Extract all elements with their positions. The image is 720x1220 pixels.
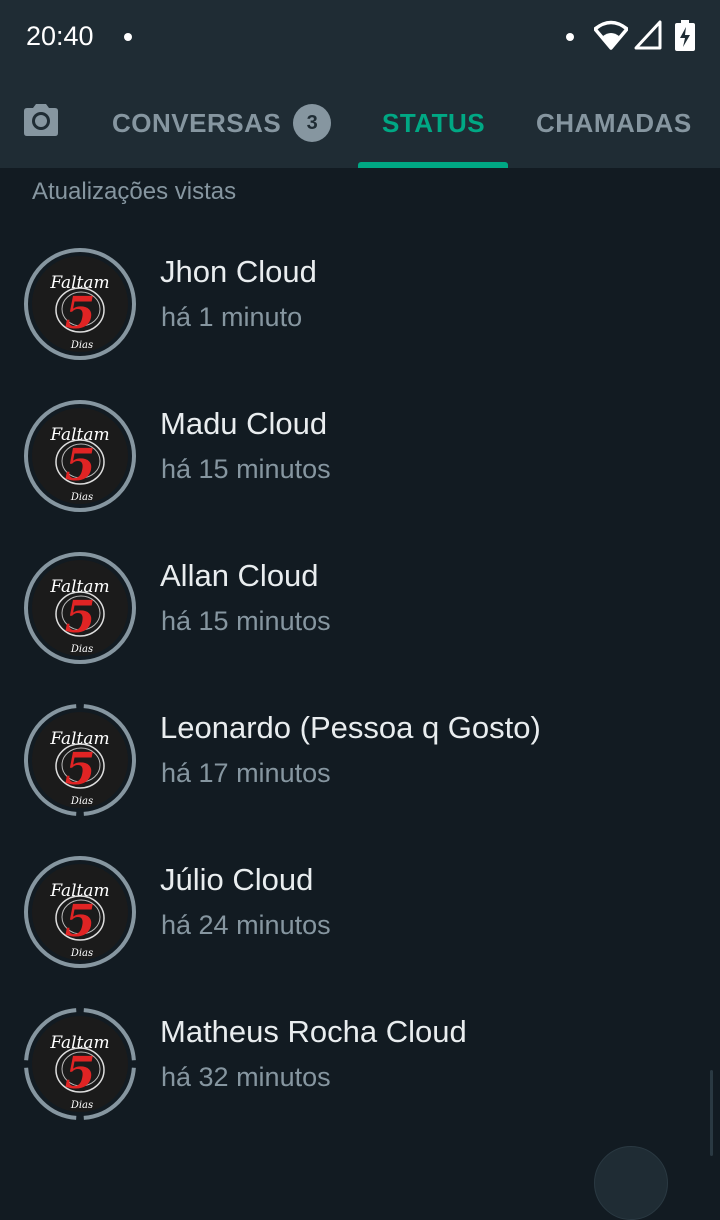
scrollbar[interactable] bbox=[710, 1070, 713, 1156]
camera-icon[interactable] bbox=[20, 100, 62, 142]
notification-dot-icon bbox=[566, 33, 574, 41]
avatar: Faltam5Dias bbox=[24, 704, 136, 816]
status-time: há 24 minutos bbox=[161, 910, 331, 940]
tab-label: CONVERSAS bbox=[112, 107, 282, 138]
tab-label: CHAMADAS bbox=[536, 107, 692, 138]
notification-dot-icon bbox=[124, 33, 132, 41]
avatar-text-bottom: Dias bbox=[70, 644, 93, 655]
contact-name: Júlio Cloud bbox=[160, 862, 314, 897]
avatar-text-bottom: Dias bbox=[70, 796, 93, 807]
avatar-number: 5 bbox=[65, 288, 96, 339]
contact-name: Matheus Rocha Cloud bbox=[160, 1014, 467, 1049]
status-time: há 15 minutos bbox=[161, 454, 331, 484]
wifi-icon bbox=[594, 20, 628, 50]
avatar-number: 5 bbox=[65, 1048, 96, 1099]
section-title: Atualizações vistas bbox=[32, 178, 237, 205]
contact-name: Jhon Cloud bbox=[160, 254, 317, 289]
battery-charging-icon bbox=[675, 20, 695, 51]
avatar-text-bottom: Dias bbox=[70, 948, 93, 959]
status-time: há 32 minutos bbox=[161, 1062, 331, 1092]
avatar: Faltam5Dias bbox=[24, 856, 136, 968]
avatar-text-bottom: Dias bbox=[70, 1100, 93, 1111]
clock: 20:40 bbox=[26, 21, 94, 51]
avatar: Faltam5Dias bbox=[24, 1008, 136, 1120]
status-item[interactable]: Faltam 5 Dias Júlio Cloud há 24 minutos bbox=[0, 844, 720, 984]
avatar-text-bottom: Dias bbox=[70, 492, 93, 503]
avatar: Faltam5Dias bbox=[24, 248, 136, 360]
avatar-text-bottom: Dias bbox=[70, 340, 93, 351]
contact-name: Leonardo (Pessoa q Gosto) bbox=[160, 710, 541, 745]
status-item[interactable]: Faltam 5 Dias Leonardo (Pessoa q Gosto) há 1… bbox=[0, 692, 720, 832]
fab-button[interactable] bbox=[594, 1146, 668, 1220]
avatar: Faltam5Dias bbox=[24, 552, 136, 664]
unread-count-badge: 3 bbox=[293, 104, 332, 142]
status-time: há 1 minuto bbox=[161, 302, 303, 332]
active-tab-indicator bbox=[358, 162, 508, 168]
avatar: Faltam5Dias bbox=[24, 400, 136, 512]
avatar-number: 5 bbox=[65, 440, 96, 491]
status-item[interactable]: Faltam 5 Dias Matheus Rocha Cloud há 32 minu… bbox=[0, 996, 720, 1136]
system-status-bar: 20:40 bbox=[0, 0, 720, 78]
avatar-number: 5 bbox=[65, 896, 96, 947]
status-item[interactable]: Faltam 5 Dias Jhon Cloud há 1 minuto bbox=[0, 236, 720, 376]
tab-chamadas[interactable]: CHAMADAS bbox=[536, 78, 692, 168]
tab-bar: CONVERSAS 3 STATUS CHAMADAS bbox=[0, 78, 720, 168]
status-item[interactable]: Faltam 5 Dias Madu Cloud há 15 minutos bbox=[0, 388, 720, 528]
signal-icon bbox=[634, 20, 662, 50]
contact-name: Allan Cloud bbox=[160, 558, 319, 593]
avatar-number: 5 bbox=[65, 744, 96, 795]
status-item[interactable]: Faltam 5 Dias Allan Cloud há 15 minutos bbox=[0, 540, 720, 680]
tab-status[interactable]: STATUS bbox=[382, 78, 485, 168]
tab-label: STATUS bbox=[382, 107, 486, 138]
status-time: há 17 minutos bbox=[161, 758, 331, 788]
status-time: há 15 minutos bbox=[161, 606, 331, 636]
tab-conversas[interactable]: CONVERSAS 3 bbox=[112, 78, 332, 168]
contact-name: Madu Cloud bbox=[160, 406, 328, 441]
avatar-number: 5 bbox=[65, 592, 96, 643]
